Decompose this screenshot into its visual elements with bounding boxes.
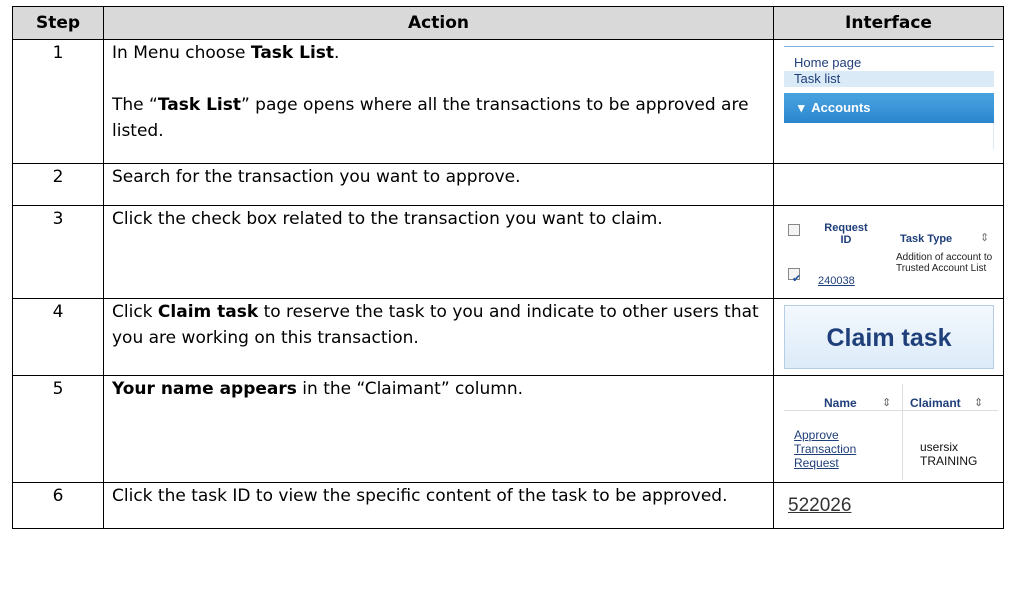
table-row: 2 Search for the transaction you want to… — [12, 163, 1004, 206]
claimant-value: usersix TRAINING — [920, 440, 978, 468]
step-action: Your name appears in the “Claimant” colu… — [103, 375, 774, 483]
column-header-name[interactable]: Name — [824, 390, 857, 416]
column-header-task-type[interactable]: Task Type — [900, 226, 952, 252]
task-name-link[interactable]: Approve Transaction Request — [794, 428, 874, 470]
claim-task-button[interactable]: Claim task — [784, 305, 994, 369]
interface-cell: Claim task — [773, 298, 1004, 376]
step-number: 1 — [12, 39, 104, 164]
interface-cell: Name ⇕ Claimant ⇕ Approve Transaction Re… — [773, 375, 1004, 483]
menu-item-home[interactable]: Home page — [784, 55, 994, 71]
checkmark-icon: ✔ — [792, 273, 802, 285]
step-number: 2 — [12, 163, 104, 206]
column-header-request-id[interactable]: Request ID — [820, 222, 872, 246]
task-type-value: Addition of account to Trusted Account L… — [896, 252, 993, 274]
header-row: Step Action Interface — [12, 6, 1004, 40]
menu-screenshot: Home page Task list ▾ Accounts — [784, 46, 994, 151]
request-id-link[interactable]: 240038 — [818, 268, 855, 294]
chevron-down-icon: ▾ — [798, 100, 805, 115]
interface-cell: 522026 — [773, 482, 1004, 529]
step-action: In Menu choose Task List. The “Task List… — [103, 39, 774, 164]
claimant-screenshot: Name ⇕ Claimant ⇕ Approve Transaction Re… — [784, 384, 998, 480]
table-row: 1 In Menu choose Task List. The “Task Li… — [12, 39, 1004, 164]
interface-cell: Home page Task list ▾ Accounts — [773, 39, 1004, 164]
header-interface: Interface — [773, 6, 1004, 40]
column-header-claimant[interactable]: Claimant — [910, 390, 961, 416]
step-number: 6 — [12, 482, 104, 529]
step-number: 3 — [12, 205, 104, 299]
interface-cell: ⌄ Request ID Task Type ⇕ ✔ 240038 Additi… — [773, 205, 1004, 299]
step-action: Search for the transaction you want to a… — [103, 163, 774, 206]
interface-cell — [773, 163, 1004, 206]
header-action: Action — [103, 6, 774, 40]
step-action: Click the check box related to the trans… — [103, 205, 774, 299]
header-step: Step — [12, 6, 104, 40]
table-row: 4 Click Claim task to reserve the task t… — [12, 298, 1004, 376]
sort-icon: ⇕ — [980, 232, 990, 244]
task-id-link[interactable]: 522026 — [788, 493, 851, 519]
step-action: Click Claim task to reserve the task to … — [103, 298, 774, 376]
menu-item-accounts[interactable]: ▾ Accounts — [784, 93, 994, 123]
select-all-checkbox[interactable] — [788, 224, 800, 236]
sort-icon: ⇕ — [882, 397, 892, 409]
table-row: 5 Your name appears in the “Claimant” co… — [12, 375, 1004, 483]
instructions-table: Step Action Interface 1 In Menu choose T… — [12, 6, 1004, 529]
table-row: 3 Click the check box related to the tra… — [12, 205, 1004, 299]
row-checkbox[interactable]: ✔ — [788, 268, 801, 285]
menu-item-task-list[interactable]: Task list — [784, 71, 994, 87]
step-number: 4 — [12, 298, 104, 376]
step-number: 5 — [12, 375, 104, 483]
checkbox-screenshot: ⌄ Request ID Task Type ⇕ ✔ 240038 Additi… — [784, 212, 998, 290]
sort-icon: ⇕ — [974, 397, 984, 409]
step-action: Click the task ID to view the specific c… — [103, 482, 774, 529]
table-row: 6 Click the task ID to view the specific… — [12, 482, 1004, 529]
